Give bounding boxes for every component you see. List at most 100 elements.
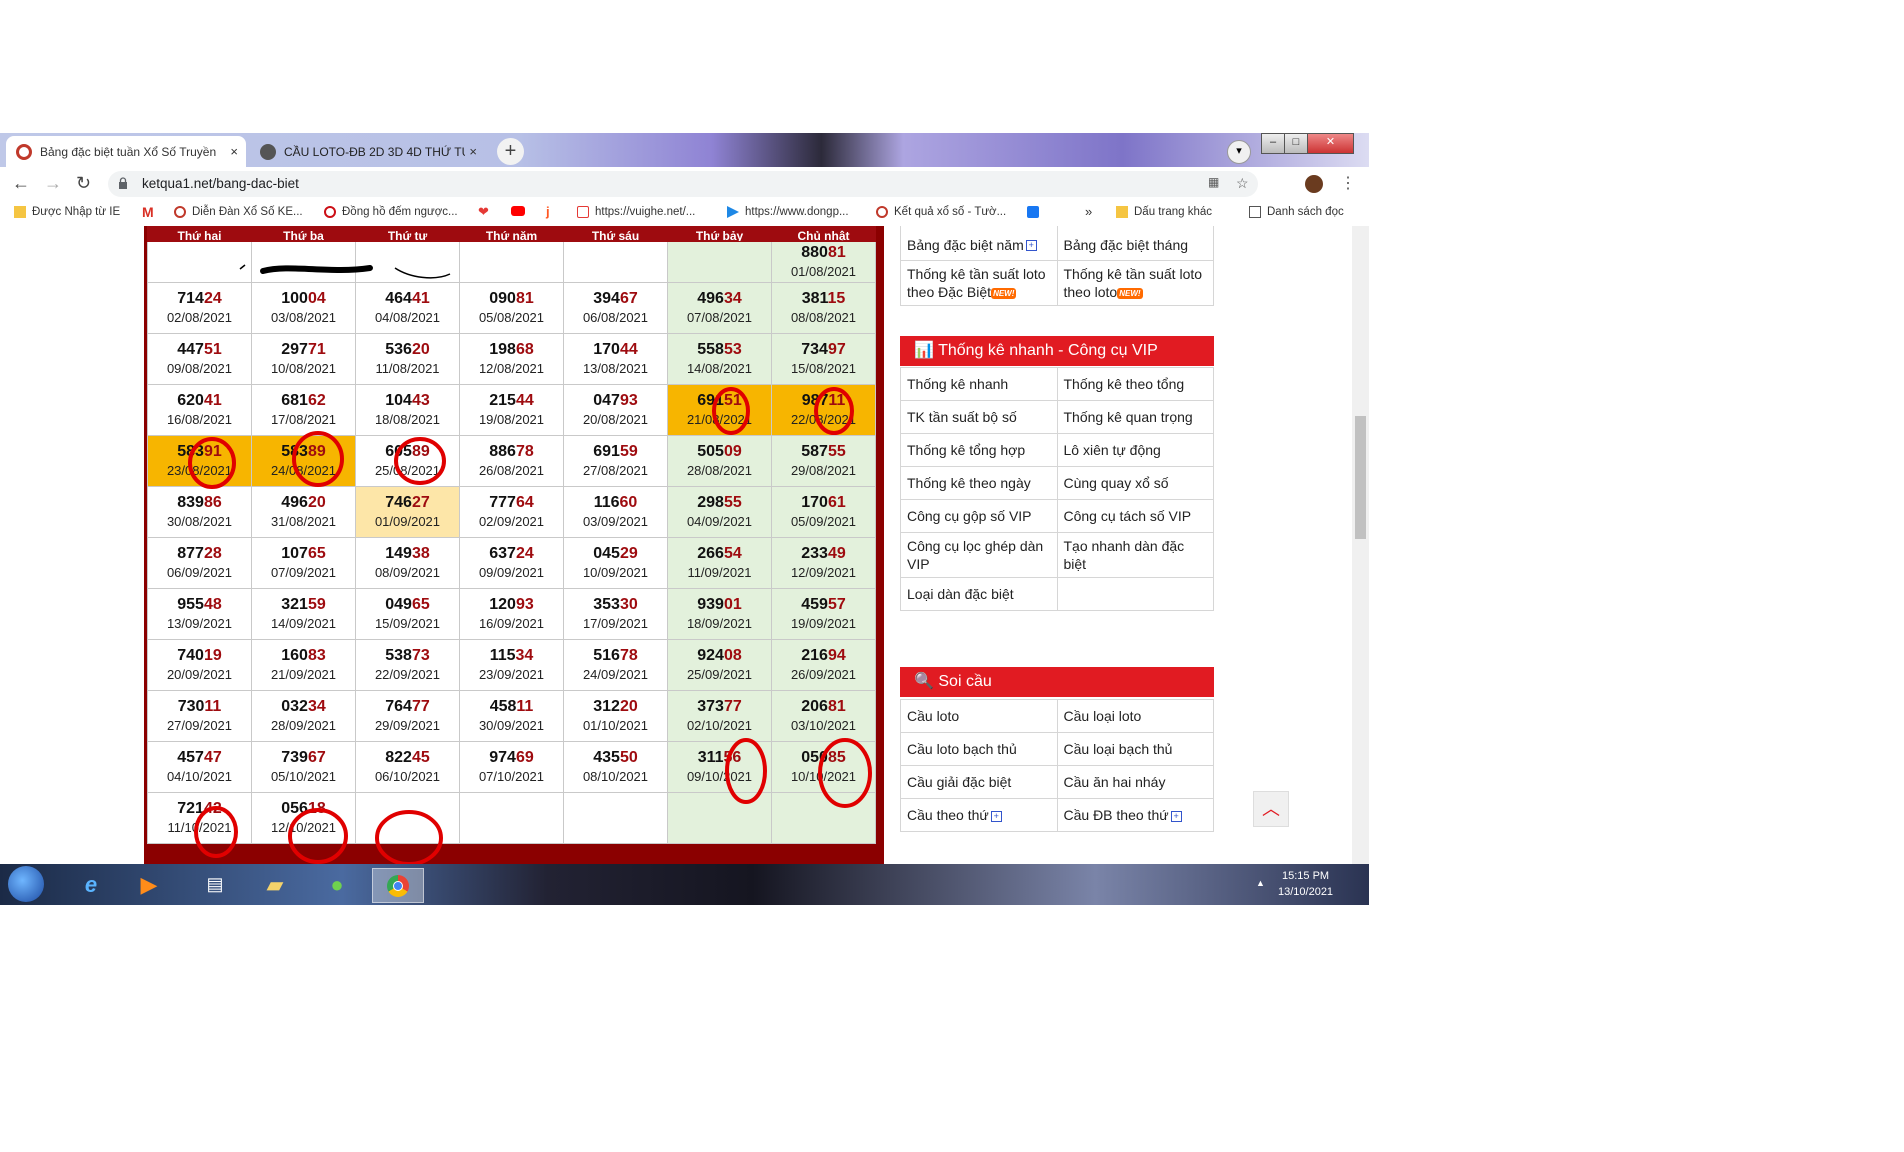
sidebar-link[interactable]: Thống kê quan trọng [1056, 400, 1214, 434]
bookmark-dongp[interactable]: https://www.dongp... [727, 206, 849, 218]
bookmark-duoc-nhap-tu-ie[interactable]: Được Nhập từ IE [14, 206, 120, 218]
bookmark-dong-ho[interactable]: Đồng hồ đếm ngược... [324, 206, 458, 218]
number-head: 764 [385, 698, 412, 715]
link-label: TK tần suất bộ số [907, 409, 1017, 425]
reading-list[interactable]: Danh sách đọc [1249, 206, 1344, 218]
taskbar-clock[interactable]: 15:15 PM 13/10/2021 [1278, 868, 1333, 900]
link-label: Cầu loại loto [1063, 708, 1142, 724]
sidebar-link[interactable]: Cầu loại loto [1056, 699, 1214, 733]
number-head: 215 [489, 392, 516, 409]
expand-icon[interactable]: + [990, 810, 1002, 822]
sidebar-link[interactable]: Tạo nhanh dàn đặc biệt [1056, 532, 1214, 578]
sidebar-link[interactable]: Công cụ lọc ghép dàn VIP [900, 532, 1058, 578]
number-tail: 20 [411, 341, 430, 358]
draw-date: 03/09/2021 [582, 514, 649, 529]
sidebar-link[interactable]: Cầu loto [900, 699, 1058, 733]
play-icon [577, 206, 589, 218]
heart-icon[interactable]: ❤ [478, 204, 489, 220]
link-bang-dac-biet-thang[interactable]: Bảng đặc biệt tháng [1056, 226, 1214, 261]
qr-code-icon[interactable]: ▦ [1208, 175, 1219, 189]
link-bang-dac-biet-nam[interactable]: Bảng đặc biệt năm + [900, 226, 1058, 261]
sidebar-link[interactable]: Công cụ tách số VIP [1056, 499, 1214, 533]
calendar-icon[interactable]: ▤ [190, 868, 240, 901]
number-tail: 55 [827, 443, 846, 460]
sidebar-link[interactable]: Thống kê nhanh [900, 367, 1058, 401]
sidebar-row: TK tần suất bộ số Thống kê quan trọng [900, 400, 1214, 434]
gmail-icon[interactable]: M [142, 204, 154, 220]
address-bar[interactable]: ketqua1.net/bang-dac-biet ☆ ▦ [108, 171, 1258, 197]
result-cell: 71424 02/08/2021 [147, 282, 252, 334]
scrollbar-thumb[interactable] [1355, 416, 1366, 539]
sidebar-link[interactable]: Cầu giải đặc biệt [900, 765, 1058, 799]
youtube-icon[interactable] [511, 206, 531, 216]
sidebar-link[interactable]: Thống kê tổng hợp [900, 433, 1058, 467]
tab-cau-loto[interactable]: CẦU LOTO-ĐB 2D 3D 4D THỨ TƯ × [250, 136, 485, 167]
tab-search-icon[interactable]: ▾ [1227, 140, 1251, 164]
sidebar-link[interactable]: Cùng quay xổ số [1056, 466, 1214, 500]
explorer-icon[interactable]: ▰ [250, 868, 300, 901]
sidebar-link[interactable]: Loại dàn đặc biệt [900, 577, 1058, 611]
draw-date: 29/09/2021 [374, 718, 441, 733]
number-tail: 01 [723, 596, 742, 613]
number-tail: 94 [827, 647, 846, 664]
sidebar-link[interactable]: Cầu ĐB theo thứ + [1056, 798, 1214, 832]
draw-date: 21/09/2021 [270, 667, 337, 682]
special-prize-number: 17061 [772, 493, 875, 513]
forward-arrow-icon[interactable]: → [44, 173, 62, 194]
special-prize-number: 71424 [148, 289, 251, 309]
result-cell: 55853 14/08/2021 [667, 333, 772, 385]
facebook-icon[interactable] [1027, 206, 1045, 218]
link-tan-suat-theo-loto[interactable]: Thống kê tần suất loto theo loto NEW! [1056, 260, 1214, 306]
close-icon[interactable]: × [230, 144, 238, 159]
j-icon[interactable]: j [546, 204, 550, 219]
page-scrollbar[interactable] [1352, 226, 1369, 864]
number-head: 206 [801, 698, 828, 715]
maximize-button[interactable]: □ [1284, 133, 1308, 154]
result-cell: 16083 21/09/2021 [251, 639, 356, 691]
ie-icon[interactable]: e [66, 868, 116, 901]
minimize-button[interactable]: – [1261, 133, 1285, 154]
number-tail: 51 [203, 341, 222, 358]
result-cell: 10765 07/09/2021 [251, 537, 356, 589]
result-cell: 11660 03/09/2021 [563, 486, 668, 538]
bookmark-dien-dan[interactable]: Diễn Đàn Xổ Số KE... [174, 206, 303, 218]
bookmarks-more-button[interactable]: » [1085, 204, 1092, 219]
table-header-row: Thứ hai Thứ ba Thứ tư Thứ năm Thứ sáu Thứ bảy… [147, 226, 876, 242]
sidebar-link[interactable]: Thống kê theo tổng [1056, 367, 1214, 401]
draw-date: 13/09/2021 [166, 616, 233, 631]
sidebar-link[interactable]: Cầu theo thứ + [900, 798, 1058, 832]
tray-expand-icon[interactable]: ▲ [1256, 878, 1265, 888]
sidebar-link[interactable]: Cầu loto bạch thủ [900, 732, 1058, 766]
menu-dots-icon[interactable]: ⋮ [1340, 173, 1356, 193]
profile-avatar[interactable] [1305, 175, 1323, 193]
sidebar-link[interactable]: Lô xiên tự động [1056, 433, 1214, 467]
number-head: 116 [593, 494, 620, 511]
other-bookmarks[interactable]: Dấu trang khác [1116, 206, 1212, 218]
tab-bang-dac-biet[interactable]: Bảng đặc biệt tuần Xổ Số Truyền × [6, 136, 246, 167]
vuze-icon[interactable]: ● [312, 868, 362, 901]
expand-icon[interactable]: + [1025, 240, 1037, 252]
star-icon[interactable]: ☆ [1236, 175, 1249, 192]
close-window-button[interactable]: ✕ [1307, 133, 1354, 154]
expand-icon[interactable]: + [1170, 810, 1182, 822]
sidebar-link[interactable]: TK tần suất bộ số [900, 400, 1058, 434]
close-icon[interactable]: × [469, 144, 477, 159]
reload-icon[interactable]: ↻ [76, 173, 91, 194]
link-tan-suat-theo-db[interactable]: Thống kê tần suất loto theo Đặc Biệt NEW! [900, 260, 1058, 306]
bookmark-vuighe[interactable]: https://vuighe.net/... [577, 206, 695, 218]
start-button[interactable] [8, 866, 44, 902]
back-to-top-button[interactable]: ︿ [1253, 791, 1289, 827]
special-prize-number: 37377 [668, 697, 771, 717]
sidebar-link[interactable]: Thống kê theo ngày [900, 466, 1058, 500]
draw-date: 02/10/2021 [686, 718, 753, 733]
back-arrow-icon[interactable]: ← [12, 173, 30, 194]
chrome-icon[interactable] [372, 868, 424, 903]
sidebar-link[interactable]: Công cụ gộp số VIP [900, 499, 1058, 533]
media-player-icon[interactable]: ▶ [124, 868, 174, 901]
sidebar-link[interactable]: Cầu loại bạch thủ [1056, 732, 1214, 766]
new-tab-button[interactable]: + [497, 138, 524, 165]
draw-date: 09/08/2021 [166, 361, 233, 376]
bookmark-ket-qua[interactable]: Kết quả xổ số - Tườ... [876, 206, 1006, 218]
sidebar-link[interactable]: Cầu ăn hai nháy [1056, 765, 1214, 799]
number-tail: 53 [723, 341, 742, 358]
